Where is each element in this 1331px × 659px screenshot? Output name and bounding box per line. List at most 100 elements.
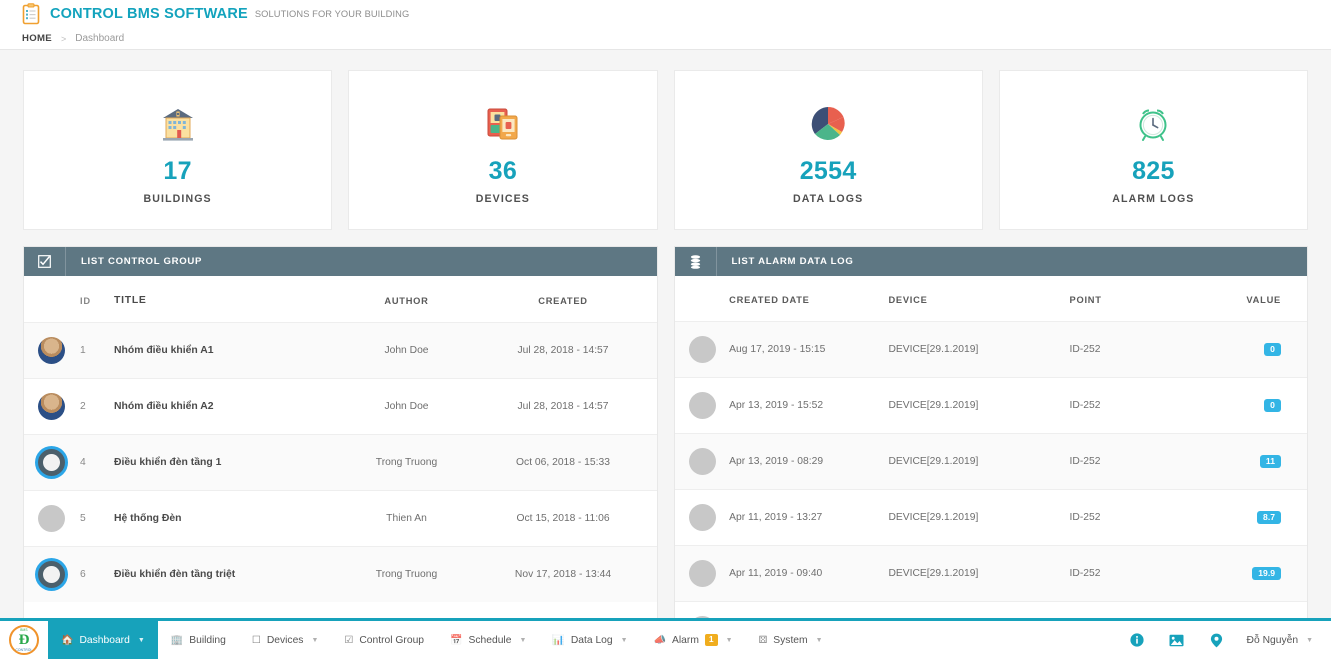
home-icon: 🏠 — [61, 635, 73, 646]
cell-device: DEVICE[29.1.2019] — [888, 434, 1069, 490]
stat-card-alarm-logs[interactable]: 825 ALARM LOGS — [999, 70, 1308, 230]
table-row[interactable]: 2 Nhóm điều khiển A2 John Doe Jul 28, 20… — [24, 379, 657, 435]
view-more-container: VIEW MORE INFORMATION — [24, 602, 657, 618]
nav-item-devices[interactable]: ☐ Devices ▼ — [239, 621, 332, 659]
nav-item-schedule[interactable]: 📅 Schedule ▼ — [437, 621, 539, 659]
nav-item-control-group[interactable]: ☑ Control Group — [331, 621, 437, 659]
alarm-log-panel: LIST ALARM DATA LOG CREATED DATE DEVICE … — [674, 246, 1309, 618]
cell-id: 4 — [80, 435, 114, 491]
nav-label: Building — [189, 635, 226, 646]
chevron-down-icon: ▼ — [621, 637, 628, 644]
nav-label: System — [773, 635, 807, 646]
table-row[interactable]: 5 Hệ thống Đèn Thien An Oct 15, 2018 - 1… — [24, 491, 657, 547]
table-header-row: ID TITLE AUTHOR CREATED — [24, 276, 657, 323]
stat-label: ALARM LOGS — [1112, 193, 1194, 205]
nav-item-building[interactable]: 🏢 Building — [158, 621, 239, 659]
breadcrumb-current: Dashboard — [75, 33, 124, 44]
table-row[interactable]: Apr 11, 2019 - 13:27 DEVICE[29.1.2019] I… — [675, 490, 1308, 546]
building-icon: 🏢 — [171, 635, 183, 646]
cell-id: 6 — [80, 547, 114, 603]
chart-icon: 📊 — [552, 635, 564, 646]
table-row[interactable]: Apr 13, 2019 - 08:29 DEVICE[29.1.2019] I… — [675, 434, 1308, 490]
cell-title: Điều khiển đèn tầng 1 — [114, 435, 332, 491]
table-row[interactable]: 4 Điều khiển đèn tầng 1 Trong Truong Oct… — [24, 435, 657, 491]
cell-point: ID-252 — [1070, 490, 1247, 546]
nav-label: Devices — [267, 635, 304, 646]
avatar — [38, 393, 65, 420]
control-group-table: ID TITLE AUTHOR CREATED 1 Nhóm điều khiể… — [24, 276, 657, 602]
avatar — [689, 448, 716, 475]
stat-value: 2554 — [800, 157, 857, 186]
cell-device: DEVICE[29.1.2019] — [888, 490, 1069, 546]
column-header-created: CREATED — [482, 276, 657, 323]
breadcrumb: HOME > Dashboard — [0, 28, 1331, 50]
panel-title: LIST ALARM DATA LOG — [717, 256, 854, 267]
cell-author: Trong Truong — [332, 435, 482, 491]
stat-label: DEVICES — [476, 193, 530, 205]
megaphone-icon: 📣 — [654, 635, 666, 646]
stat-value: 825 — [1132, 157, 1175, 186]
table-row[interactable]: Apr 13, 2019 - 15:52 DEVICE[29.1.2019] I… — [675, 378, 1308, 434]
calendar-icon: 📅 — [450, 635, 462, 646]
cell-created: Jul 28, 2018 - 14:57 — [482, 379, 657, 435]
cell-title: Hệ thống Đèn — [114, 491, 332, 547]
image-icon[interactable] — [1157, 621, 1197, 659]
cell-created-date: Apr 11, 2019 - 13:27 — [729, 490, 888, 546]
bms-logo[interactable]: BMS Đ CONTROL — [0, 621, 48, 659]
stat-card-devices[interactable]: 36 DEVICES — [348, 70, 657, 230]
nav-label: Dashboard — [79, 635, 129, 646]
stat-label: DATA LOGS — [793, 193, 863, 205]
nav-item-data-log[interactable]: 📊 Data Log ▼ — [539, 621, 640, 659]
alarm-clock-icon — [1135, 103, 1171, 145]
checkbox-icon — [24, 247, 66, 276]
cell-device: DEVICE[29.1.2019] — [888, 322, 1069, 378]
sitemap-icon: ⚄ — [759, 635, 768, 646]
column-header-point: POINT — [1070, 276, 1247, 322]
left-column: LIST CONTROL GROUP ID TITLE AUTHOR CREAT… — [23, 246, 658, 618]
table-row[interactable]: Aug 17, 2019 - 15:15 DEVICE[29.1.2019] I… — [675, 322, 1308, 378]
value-badge: 8.7 — [1257, 511, 1281, 525]
nav-item-alarm[interactable]: 📣 Alarm 1 ▼ — [641, 621, 746, 659]
stat-value: 36 — [489, 157, 517, 186]
devices-icon — [486, 103, 520, 145]
avatar — [38, 561, 65, 588]
cell-created: Oct 06, 2018 - 15:33 — [482, 435, 657, 491]
right-column: LIST ALARM DATA LOG CREATED DATE DEVICE … — [674, 246, 1309, 618]
nav-item-system[interactable]: ⚄ System ▼ — [746, 621, 836, 659]
nav-label: Alarm — [672, 635, 699, 646]
value-badge: 0 — [1264, 399, 1281, 413]
alarm-count-badge: 1 — [705, 634, 718, 646]
database-icon — [675, 247, 717, 276]
cell-point: ID-252 — [1070, 602, 1247, 619]
chevron-down-icon: ▼ — [816, 637, 823, 644]
clipboard-icon — [22, 3, 40, 25]
nav-label: Data Log — [571, 635, 613, 646]
user-menu[interactable]: Đỗ Nguyễn ▼ — [1237, 621, 1331, 659]
table-row[interactable]: Apr 11, 2019 - 09:40 DEVICE[29.1.2019] I… — [675, 546, 1308, 602]
table-row[interactable]: 1 Nhóm điều khiển A1 John Doe Jul 28, 20… — [24, 323, 657, 379]
stat-card-data-logs[interactable]: 2554 DATA LOGS — [674, 70, 983, 230]
breadcrumb-home-link[interactable]: HOME — [22, 33, 52, 44]
column-header-device: DEVICE — [888, 276, 1069, 322]
cell-id: 5 — [80, 491, 114, 547]
user-name: Đỗ Nguyễn — [1247, 635, 1299, 646]
column-header-id: ID — [80, 276, 114, 323]
avatar — [38, 505, 65, 532]
cell-created-date: Apr 11, 2019 - 09:40 — [729, 546, 888, 602]
cell-author: John Doe — [332, 379, 482, 435]
location-icon[interactable] — [1197, 621, 1237, 659]
table-row[interactable]: 6 Điều khiển đèn tầng triệt Trong Truong… — [24, 547, 657, 603]
chevron-down-icon: ▼ — [726, 637, 733, 644]
bottom-navigation-bar: BMS Đ CONTROL 🏠 Dashboard ▼ 🏢 Building ☐… — [0, 618, 1331, 659]
nav-label: Schedule — [469, 635, 512, 646]
avatar — [689, 504, 716, 531]
cell-point: ID-252 — [1070, 322, 1247, 378]
table-row[interactable]: Apr 10, 2019 - 10:01 DEVICE[29.1.2019] I… — [675, 602, 1308, 619]
cell-title: Nhóm điều khiển A2 — [114, 379, 332, 435]
stat-card-buildings[interactable]: 17 BUILDINGS — [23, 70, 332, 230]
cell-author: Trong Truong — [332, 547, 482, 603]
brand-title: CONTROL BMS SOFTWARE — [50, 6, 248, 22]
nav-item-dashboard[interactable]: 🏠 Dashboard ▼ — [48, 621, 158, 659]
cell-author: John Doe — [332, 323, 482, 379]
info-icon[interactable] — [1117, 621, 1157, 659]
